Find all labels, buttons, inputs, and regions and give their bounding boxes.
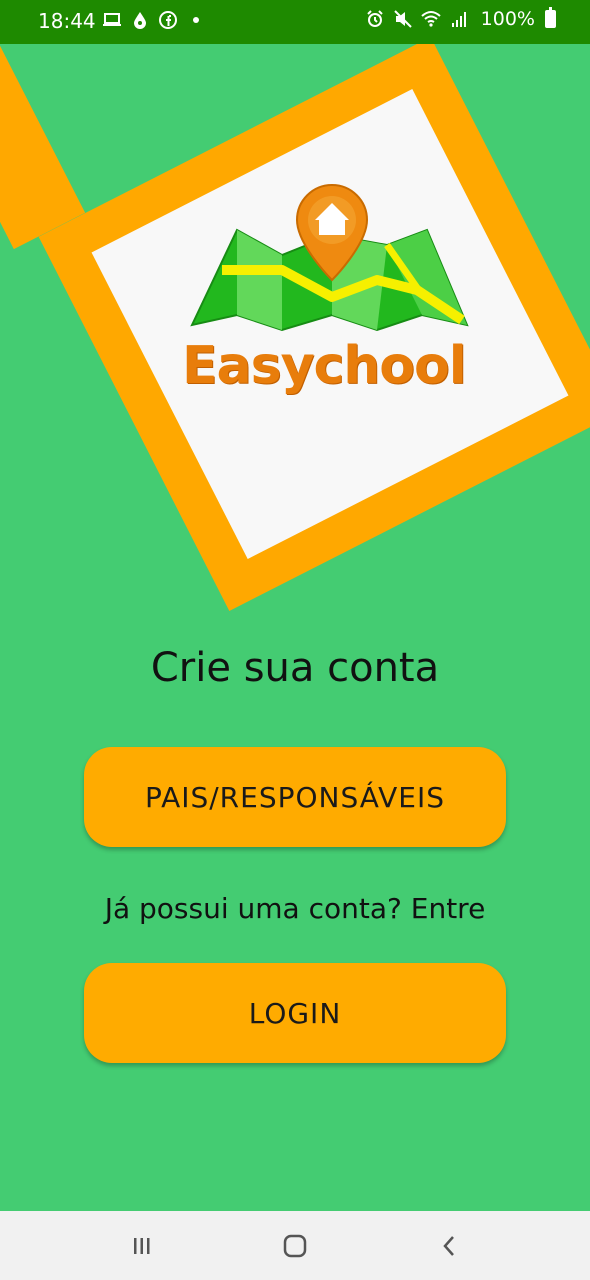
dot-icon	[193, 17, 199, 23]
back-icon	[443, 1236, 454, 1256]
facebook-icon	[159, 11, 177, 29]
parents-signup-button[interactable]: PAIS/RESPONSÁVEIS	[84, 747, 506, 847]
wifi-icon	[421, 11, 441, 27]
battery-icon	[545, 7, 556, 28]
login-button[interactable]: LOGIN	[84, 963, 506, 1063]
logo-wordmark: Easychool	[182, 336, 467, 396]
system-navbar	[0, 1211, 590, 1280]
mute-icon	[393, 10, 412, 28]
drop-icon	[134, 12, 146, 29]
status-time: 18:44	[38, 9, 96, 33]
signal-icon	[451, 12, 466, 27]
page-title: Crie sua conta	[150, 645, 440, 691]
recent-apps-icon	[134, 1238, 150, 1254]
back-button[interactable]	[430, 1231, 470, 1261]
recent-apps-button[interactable]	[122, 1231, 162, 1261]
status-right: 100%	[365, 7, 556, 30]
home-icon	[283, 1234, 307, 1258]
home-button[interactable]	[275, 1231, 315, 1261]
battery-percentage: 100%	[480, 8, 535, 30]
alarm-icon	[366, 10, 383, 27]
status-left-icons	[102, 10, 206, 30]
laptop-icon	[103, 13, 121, 26]
status-bar: 18:44 100%	[0, 0, 590, 44]
have-account-text: Já possui uma conta? Entre	[104, 892, 486, 925]
